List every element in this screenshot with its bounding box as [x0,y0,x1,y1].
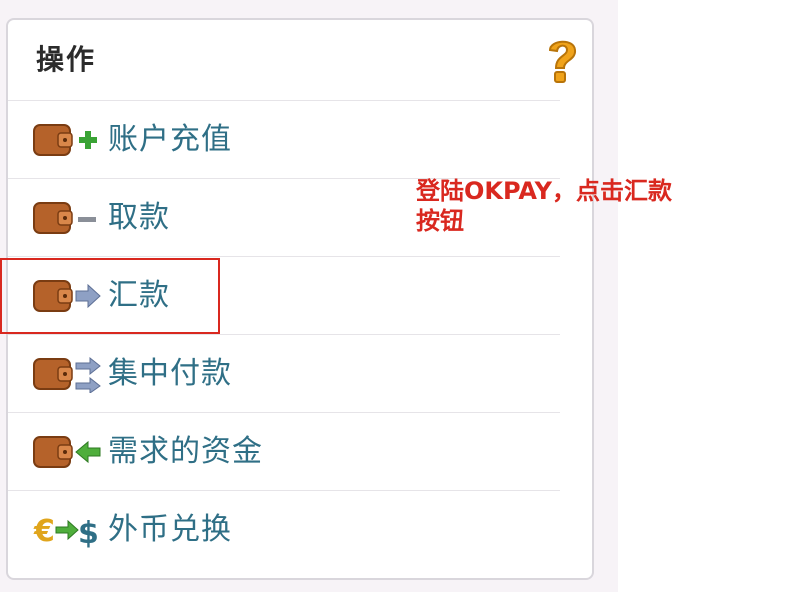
menu-item-label: 账户充值 [108,122,232,157]
annotation-text: 登陆OKPAY，点击汇款 按钮 [416,176,716,236]
annotation-line-2: 按钮 [416,207,464,235]
wallet-arrow-right-icon [33,280,101,312]
help-question-icon[interactable] [542,34,582,86]
svg-text:€: € [33,514,55,549]
wallet-exchange-icon [33,356,101,393]
wallet-plus-icon [33,124,97,156]
panel-header: 操作 [8,20,592,102]
svg-text:$: $ [78,516,99,549]
wallet-minus-icon [33,202,96,234]
annotation-line-1: 登陆OKPAY，点击汇款 [416,177,673,205]
screenshot-stage: 操作 账户充值 取款 汇款 集中付款 需求的资金 € $ 外币兑换 登陆OKPA… [0,0,800,600]
menu-item-label: 外币兑换 [108,512,232,547]
euro-dollar-exchange-icon: € $ [33,514,99,549]
menu-item-label: 需求的资金 [108,434,263,469]
menu-item-currency-exchange[interactable]: € $ 外币兑换 [8,490,560,568]
menu-item-deposit[interactable]: 账户充值 [8,100,560,178]
operations-menu: 账户充值 取款 汇款 集中付款 需求的资金 € $ 外币兑换 [8,100,560,568]
menu-item-mass-payment[interactable]: 集中付款 [8,334,560,412]
menu-item-label: 集中付款 [108,356,232,391]
menu-item-label: 汇款 [108,278,170,313]
menu-item-label: 取款 [108,200,170,235]
operations-panel: 操作 账户充值 取款 汇款 集中付款 需求的资金 € $ 外币兑换 [6,18,594,580]
menu-item-transfer[interactable]: 汇款 [8,256,560,334]
panel-title: 操作 [36,43,97,76]
menu-item-request-funds[interactable]: 需求的资金 [8,412,560,490]
wallet-arrow-left-icon [33,436,101,468]
